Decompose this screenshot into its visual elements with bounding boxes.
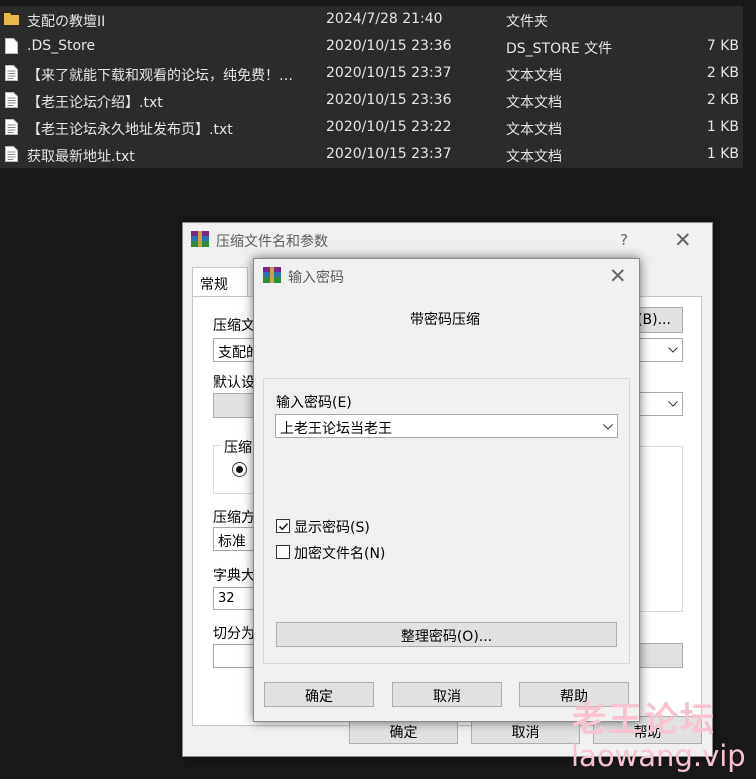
tab-general[interactable]: 常规	[192, 267, 248, 296]
file-date: 2020/10/15 23:22	[326, 119, 452, 135]
password-cancel-button[interactable]: 取消	[392, 682, 502, 707]
file-date: 2020/10/15 23:36	[326, 38, 452, 54]
compression-method-label: 压缩方	[213, 510, 255, 526]
close-icon[interactable]: ✕	[609, 266, 627, 287]
archive-window-title: 压缩文件名和参数	[216, 234, 328, 250]
help-icon[interactable]: ?	[620, 231, 628, 249]
file-row[interactable]: .DS_Store 2020/10/15 23:36 DS_STORE 文件 7…	[0, 33, 743, 60]
winrar-icon	[191, 231, 209, 247]
enter-password-label: 输入密码(E)	[276, 395, 352, 411]
split-volumes-label: 切分为	[213, 626, 255, 642]
show-password-label[interactable]: 显示密码(S)	[294, 517, 370, 537]
file-name: 【来了就能下载和观看的论坛，纯免费！…	[27, 68, 293, 84]
checkmark-icon	[278, 522, 289, 531]
file-row[interactable]: 【老王论坛永久地址发布页】.txt 2020/10/15 23:22 文本文档 …	[0, 114, 743, 141]
file-row[interactable]: 【老王论坛介绍】.txt 2020/10/15 23:36 文本文档 2 KB	[0, 87, 743, 114]
file-name: 支配の教壇II	[27, 14, 106, 30]
file-size: 7 KB	[706, 38, 739, 54]
password-input[interactable]: 上老王论坛当老王	[275, 414, 618, 438]
file-name: 【老王论坛永久地址发布页】.txt	[27, 122, 233, 138]
file-type: 文件夹	[506, 14, 548, 30]
file-type: 文本文档	[506, 122, 562, 138]
file-name: 【老王论坛介绍】.txt	[27, 95, 163, 111]
file-list: 支配の教壇II 2024/7/28 21:40 文件夹 .DS_Store 20…	[0, 6, 743, 168]
file-type: 文本文档	[506, 149, 562, 165]
organize-passwords-button[interactable]: 整理密码(O)...	[276, 622, 617, 647]
chevron-down-icon[interactable]	[668, 347, 678, 353]
file-row[interactable]: 支配の教壇II 2024/7/28 21:40 文件夹	[0, 6, 743, 33]
close-icon[interactable]: ✕	[674, 230, 692, 251]
file-size: 1 KB	[706, 146, 739, 162]
folder-icon	[4, 13, 19, 25]
file-date: 2020/10/15 23:37	[326, 65, 452, 81]
default-settings-label: 默认设	[213, 375, 255, 391]
file-size: 2 KB	[706, 65, 739, 81]
watermark-title: 老王论坛	[572, 700, 716, 740]
file-date: 2020/10/15 23:36	[326, 92, 452, 108]
file-date: 2024/7/28 21:40	[326, 11, 443, 27]
file-row[interactable]: 【来了就能下载和观看的论坛，纯免费！… 2020/10/15 23:37 文本文…	[0, 60, 743, 87]
encrypt-file-names-checkbox[interactable]	[276, 545, 290, 559]
text-file-icon	[5, 65, 18, 81]
encrypt-file-names-label[interactable]: 加密文件名(N)	[294, 543, 385, 563]
password-dialog-title: 输入密码	[288, 270, 344, 286]
file-name: 获取最新地址.txt	[27, 149, 135, 165]
file-size: 2 KB	[706, 92, 739, 108]
dictionary-size-label: 字典大	[213, 568, 255, 584]
archive-format-label: 压缩	[222, 437, 254, 457]
file-name: .DS_Store	[27, 38, 96, 54]
file-row[interactable]: 获取最新地址.txt 2020/10/15 23:37 文本文档 1 KB	[0, 141, 743, 168]
file-type: 文本文档	[506, 95, 562, 111]
file-type: DS_STORE 文件	[506, 41, 613, 57]
winrar-icon	[263, 267, 281, 283]
file-size: 1 KB	[706, 119, 739, 135]
text-file-icon	[5, 119, 18, 135]
text-file-icon	[5, 92, 18, 108]
password-heading: 带密码压缩	[410, 312, 480, 328]
file-icon	[5, 38, 18, 54]
format-radio[interactable]	[232, 462, 247, 477]
file-type: 文本文档	[506, 68, 562, 84]
chevron-down-icon[interactable]	[603, 424, 613, 430]
archive-name-label: 压缩文	[213, 318, 255, 334]
file-date: 2020/10/15 23:37	[326, 146, 452, 162]
watermark-url: laowang.vip	[571, 739, 746, 773]
show-password-checkbox[interactable]	[276, 519, 290, 533]
password-ok-button[interactable]: 确定	[264, 682, 374, 707]
text-file-icon	[5, 146, 18, 162]
chevron-down-icon[interactable]	[668, 401, 678, 407]
